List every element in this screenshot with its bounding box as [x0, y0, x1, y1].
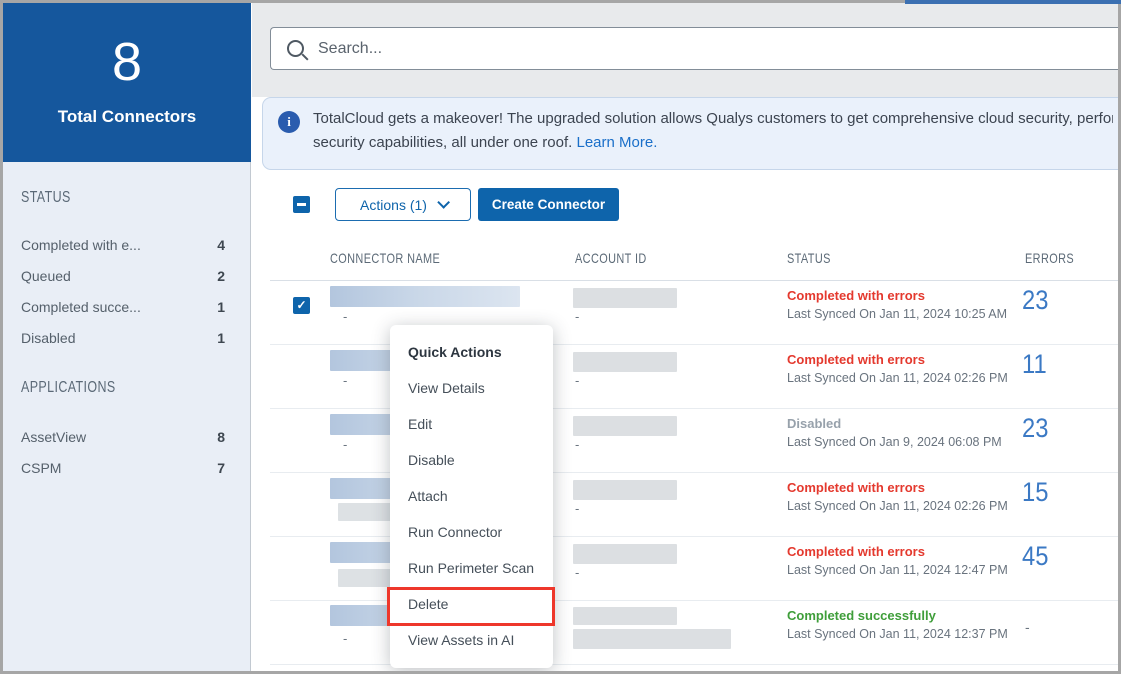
errors-count: 45 [1022, 541, 1052, 572]
chevron-down-icon [437, 196, 450, 209]
quick-actions-menu: Quick Actions View Details Edit Disable … [390, 325, 553, 668]
last-synced-text: Last Synced On Jan 11, 2024 10:25 AM [787, 307, 1007, 321]
search-icon [287, 40, 304, 57]
menu-item-view-details[interactable]: View Details [390, 370, 553, 406]
status-text: Completed with errors [787, 352, 925, 367]
total-connectors-count: 8 [3, 31, 251, 93]
column-header-account-id[interactable]: ACCOUNT ID [575, 250, 667, 266]
total-connectors-label: Total Connectors [3, 107, 251, 127]
last-synced-text: Last Synced On Jan 11, 2024 12:47 PM [787, 563, 1008, 577]
status-text: Completed with errors [787, 544, 925, 559]
status-filter-completed-successfully[interactable]: Completed succe... 1 [3, 292, 251, 323]
menu-item-view-assets-in-ai[interactable]: View Assets in AI [390, 622, 553, 658]
status-filter-disabled[interactable]: Disabled 1 [3, 323, 251, 354]
status-text: Completed with errors [787, 288, 925, 303]
connector-subtext-dash: - [343, 309, 347, 324]
column-header-connector-name[interactable]: CONNECTOR NAME [330, 250, 471, 266]
menu-item-edit[interactable]: Edit [390, 406, 553, 442]
account-id-redacted [573, 288, 677, 308]
total-connectors-card: 8 Total Connectors [3, 3, 251, 162]
account-subtext-dash: - [575, 501, 579, 516]
account-id-redacted-line2 [573, 629, 731, 649]
connector-subtext-dash: - [343, 373, 347, 388]
account-subtext-dash: - [575, 373, 579, 388]
status-count: 4 [217, 230, 225, 261]
status-count: 1 [217, 323, 225, 354]
errors-count: 11 [1022, 349, 1050, 380]
info-icon: i [278, 111, 300, 133]
status-count: 2 [217, 261, 225, 292]
search-input[interactable] [318, 40, 1018, 58]
errors-count: 23 [1022, 285, 1052, 316]
menu-item-disable[interactable]: Disable [390, 442, 553, 478]
application-count: 7 [217, 453, 225, 484]
connector-subtext-dash: - [343, 631, 347, 646]
status-count: 1 [217, 292, 225, 323]
account-subtext-dash: - [575, 565, 579, 580]
row-checkbox-checked[interactable]: ✓ [293, 297, 310, 314]
column-header-errors[interactable]: ERRORS [1025, 250, 1088, 266]
account-id-redacted [573, 352, 677, 372]
last-synced-text: Last Synced On Jan 11, 2024 02:26 PM [787, 371, 1008, 385]
applications-section-heading: APPLICATIONS [21, 379, 142, 397]
applications-filter-list: AssetView 8 CSPM 7 [3, 422, 251, 484]
errors-count: 23 [1022, 413, 1052, 444]
application-filter-assetview[interactable]: AssetView 8 [3, 422, 251, 453]
account-id-redacted [573, 480, 677, 500]
status-section-heading: STATUS [21, 189, 85, 207]
errors-count-dash: - [1025, 619, 1030, 635]
banner-text-line1: TotalCloud gets a makeover! The upgraded… [313, 110, 1113, 127]
menu-item-delete[interactable]: Delete [390, 586, 553, 622]
application-count: 8 [217, 422, 225, 453]
last-synced-text: Last Synced On Jan 11, 2024 12:37 PM [787, 627, 1008, 641]
learn-more-link[interactable]: Learn More. [576, 134, 657, 151]
summary-sidebar: 8 Total Connectors STATUS Completed with… [3, 3, 251, 671]
menu-item-attach[interactable]: Attach [390, 478, 553, 514]
search-box[interactable] [270, 27, 1121, 70]
quick-actions-menu-title: Quick Actions [390, 334, 553, 370]
last-synced-text: Last Synced On Jan 11, 2024 02:26 PM [787, 499, 1008, 513]
column-header-status[interactable]: STATUS [787, 250, 843, 266]
account-subtext-dash: - [575, 309, 579, 324]
account-id-redacted [573, 607, 677, 625]
create-connector-button[interactable]: Create Connector [478, 188, 619, 221]
account-id-redacted [573, 416, 677, 436]
menu-item-run-connector[interactable]: Run Connector [390, 514, 553, 550]
menu-item-run-perimeter-scan[interactable]: Run Perimeter Scan [390, 550, 553, 586]
account-id-redacted [573, 544, 677, 564]
status-filter-list: Completed with e... 4 Queued 2 Completed… [3, 230, 251, 354]
connector-name-redacted [330, 286, 520, 307]
status-text: Completed successfully [787, 608, 936, 623]
totalcloud-info-banner: i TotalCloud gets a makeover! The upgrad… [262, 97, 1121, 170]
status-text: Completed with errors [787, 480, 925, 495]
totalcloud-connectors-screen: 8 Total Connectors STATUS Completed with… [0, 0, 1121, 674]
status-filter-queued[interactable]: Queued 2 [3, 261, 251, 292]
select-all-checkbox[interactable] [293, 196, 310, 213]
cutoff-blue-element [905, 0, 1121, 4]
application-filter-cspm[interactable]: CSPM 7 [3, 453, 251, 484]
connector-subtext-dash: - [343, 437, 347, 452]
last-synced-text: Last Synced On Jan 9, 2024 06:08 PM [787, 435, 1002, 449]
status-filter-completed-with-errors[interactable]: Completed with e... 4 [3, 230, 251, 261]
errors-count: 15 [1022, 477, 1052, 508]
status-text: Disabled [787, 416, 841, 431]
actions-dropdown-button[interactable]: Actions (1) [335, 188, 471, 221]
banner-text-line2: security capabilities, all under one roo… [313, 134, 657, 151]
account-subtext-dash: - [575, 437, 579, 452]
